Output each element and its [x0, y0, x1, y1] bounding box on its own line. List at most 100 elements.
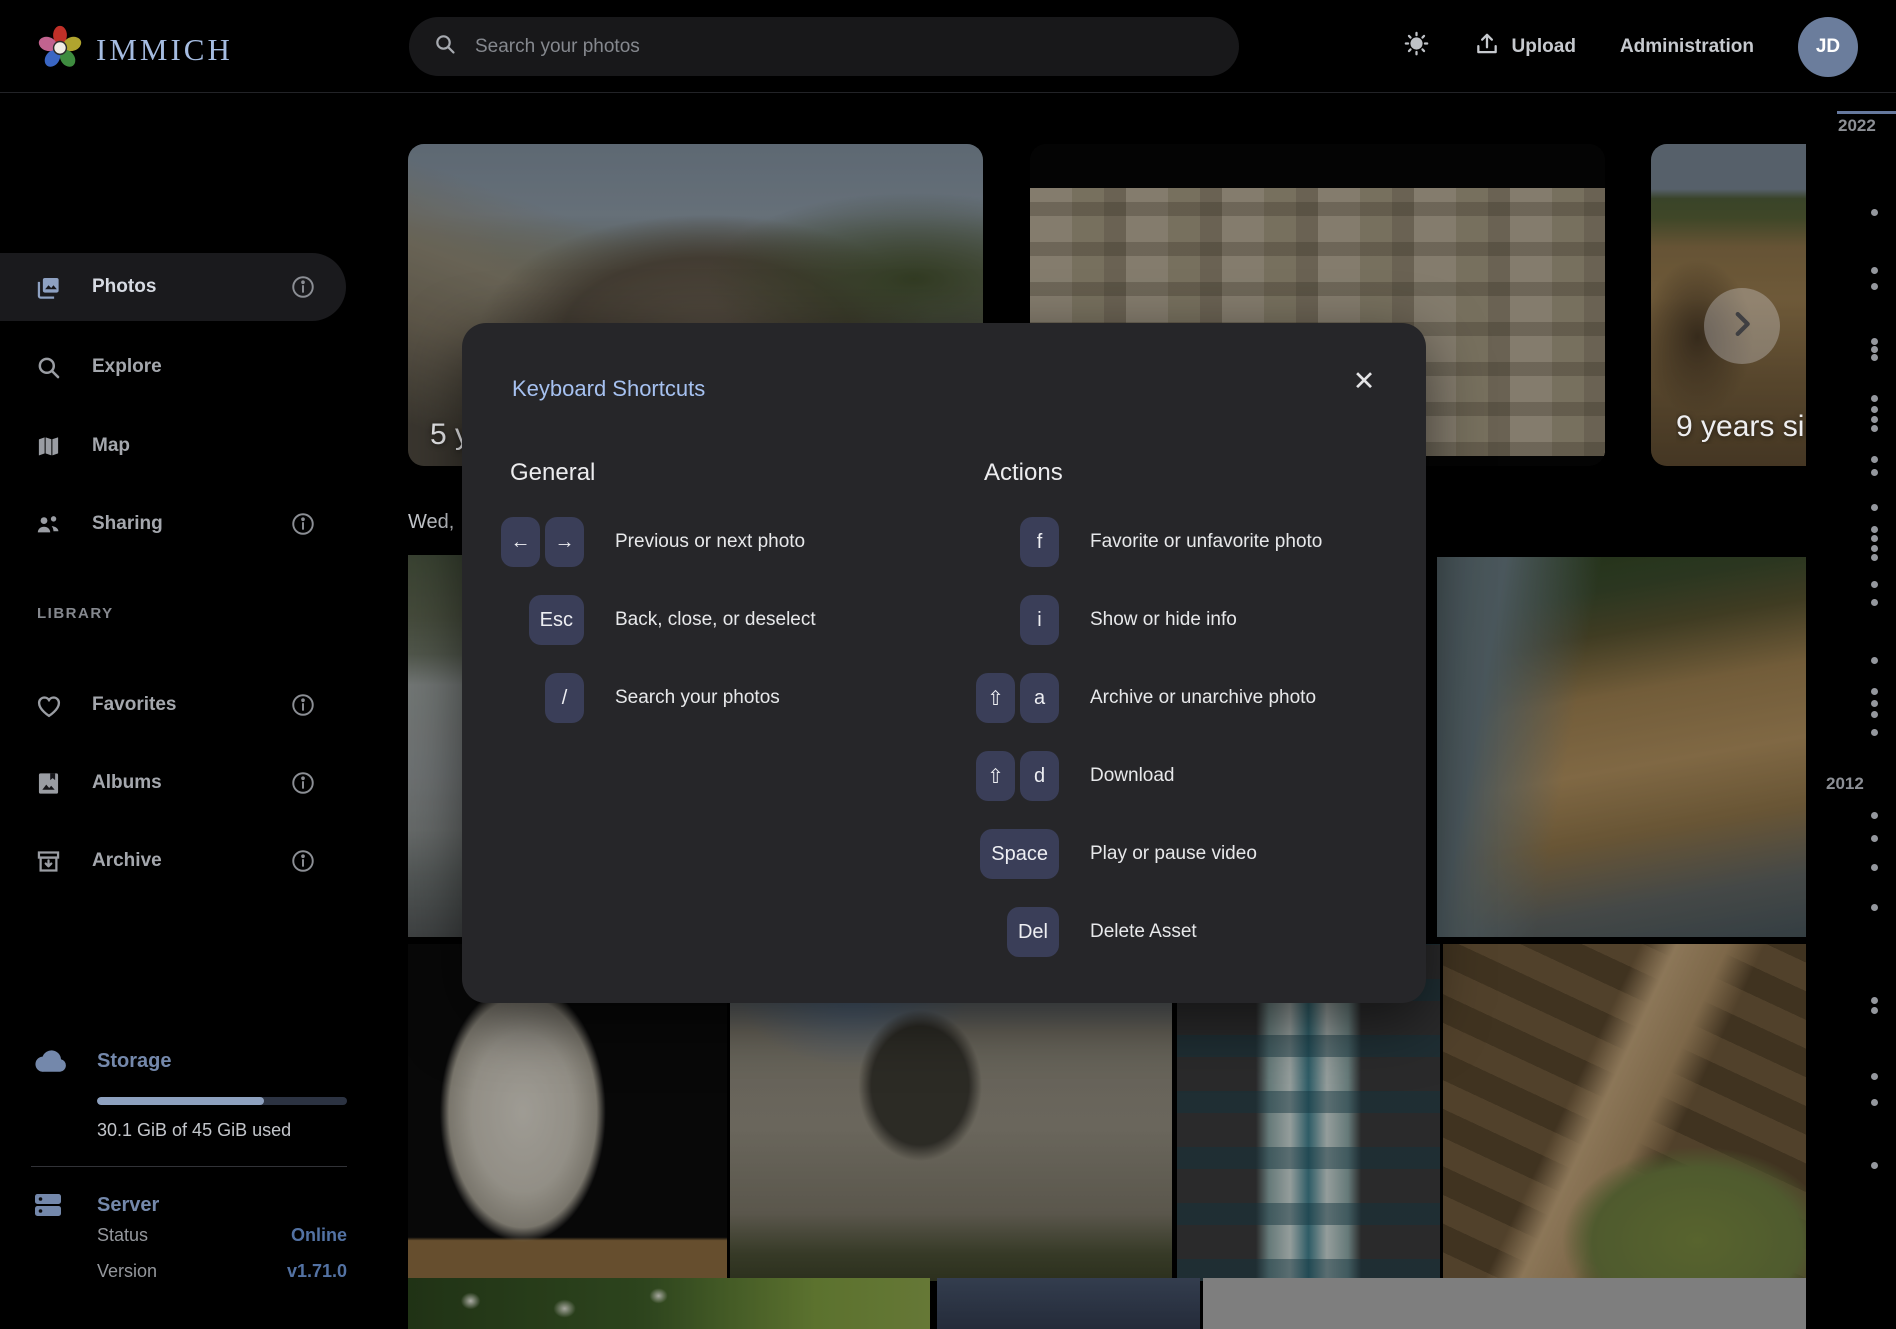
- scrubber-dot: [1871, 554, 1878, 561]
- theme-toggle-button[interactable]: [1403, 30, 1430, 63]
- sidebar-item-label: Favorites: [92, 694, 176, 716]
- photo-thumbnail[interactable]: [1437, 557, 1806, 937]
- scrubber-dot: [1871, 425, 1878, 432]
- scrubber-year-bottom: 2012: [1826, 774, 1864, 794]
- scrubber-year-top: 2022: [1838, 116, 1876, 136]
- shortcut-row: Esc Back, close, or deselect: [500, 581, 816, 659]
- info-icon[interactable]: [290, 692, 316, 718]
- memory-next-button[interactable]: [1704, 288, 1780, 364]
- shortcut-row: Del Delete Asset: [972, 893, 1322, 971]
- search-input[interactable]: [475, 36, 1215, 58]
- shortcut-description: Previous or next photo: [615, 531, 805, 553]
- keycap: Space: [980, 829, 1059, 879]
- scrubber-dot: [1871, 729, 1878, 736]
- sidebar-item-albums[interactable]: Albums: [0, 749, 346, 817]
- upload-icon: [1474, 31, 1500, 63]
- shortcut-description: Favorite or unfavorite photo: [1090, 531, 1322, 553]
- keycap: ⇧: [976, 751, 1015, 801]
- server-icon: [34, 1191, 62, 1224]
- scrubber-dot: [1871, 209, 1878, 216]
- scrubber-dot: [1871, 338, 1878, 345]
- info-icon[interactable]: [290, 770, 316, 796]
- shortcut-row: i Show or hide info: [972, 581, 1322, 659]
- sidebar-item-photos[interactable]: Photos: [0, 253, 346, 321]
- keycap: ⇧: [976, 673, 1015, 723]
- server-title: Server: [97, 1194, 159, 1217]
- scrubber-dot: [1871, 835, 1878, 842]
- photo-thumbnail[interactable]: [1203, 1278, 1806, 1329]
- date-group-header: Wed,: [408, 511, 454, 534]
- sidebar-item-archive[interactable]: Archive: [0, 827, 346, 895]
- photo-thumbnail[interactable]: [937, 1278, 1200, 1329]
- storage-usage-text: 30.1 GiB of 45 GiB used: [97, 1120, 291, 1141]
- shortcut-description: Back, close, or deselect: [615, 609, 816, 631]
- sidebar-item-favorites[interactable]: Favorites: [0, 671, 346, 739]
- scrubber-dot: [1871, 535, 1878, 542]
- server-version-label: Version: [97, 1261, 157, 1282]
- photos-icon: [35, 274, 62, 301]
- sidebar-item-label: Archive: [92, 850, 162, 872]
- scrubber-dot: [1871, 711, 1878, 718]
- photo-thumbnail[interactable]: [408, 1278, 930, 1329]
- sidebar-item-map[interactable]: Map: [0, 412, 346, 480]
- keycap: →: [545, 517, 584, 567]
- sidebar-item-explore[interactable]: Explore: [0, 333, 346, 401]
- keycap: Esc: [529, 595, 584, 645]
- upload-button[interactable]: Upload: [1474, 31, 1576, 63]
- immich-flower-icon: [38, 25, 82, 74]
- album-icon: [35, 770, 62, 797]
- close-icon[interactable]: ✕: [1342, 359, 1386, 403]
- keycap: d: [1020, 751, 1059, 801]
- server-status-label: Status: [97, 1225, 148, 1246]
- shortcut-row: f Favorite or unfavorite photo: [972, 503, 1322, 581]
- sidebar-item-label: Photos: [92, 276, 156, 298]
- scrubber-dot: [1871, 688, 1878, 695]
- scrubber-dot: [1871, 599, 1878, 606]
- administration-link[interactable]: Administration: [1620, 36, 1754, 58]
- scrubber-dot: [1871, 267, 1878, 274]
- server-status-value: Online: [291, 1225, 347, 1246]
- sidebar-item-sharing[interactable]: Sharing: [0, 490, 346, 558]
- scrubber-position-marker: [1837, 111, 1896, 114]
- scrubber-dot: [1871, 1007, 1878, 1014]
- sidebar-item-label: Explore: [92, 356, 162, 378]
- scrubber-dot: [1871, 346, 1878, 353]
- keycap: f: [1020, 517, 1059, 567]
- info-icon[interactable]: [290, 848, 316, 874]
- timeline-scrubber[interactable]: 2022 2012: [1806, 93, 1896, 1329]
- sidebar-item-label: Sharing: [92, 513, 163, 535]
- shortcut-description: Show or hide info: [1090, 609, 1237, 631]
- keycap: a: [1020, 673, 1059, 723]
- cloud-icon: [30, 1046, 70, 1076]
- shortcut-description: Download: [1090, 765, 1175, 787]
- photo-thumbnail[interactable]: [408, 555, 462, 937]
- scrubber-dot: [1871, 283, 1878, 290]
- map-icon: [35, 433, 62, 460]
- shortcut-row: ←→ Previous or next photo: [500, 503, 816, 581]
- shortcut-row: ⇧d Download: [972, 737, 1322, 815]
- avatar[interactable]: JD: [1798, 17, 1858, 77]
- top-bar: IMMICH Upload Administration: [0, 0, 1896, 93]
- scrubber-dot: [1871, 406, 1878, 413]
- scrubber-dot: [1871, 416, 1878, 423]
- storage-progress-fill: [97, 1097, 264, 1105]
- info-icon[interactable]: [290, 274, 316, 300]
- shortcuts-column-heading: General: [510, 459, 595, 487]
- shortcut-description: Play or pause video: [1090, 843, 1257, 865]
- shortcuts-column-heading: Actions: [984, 459, 1063, 487]
- server-version-value: v1.71.0: [287, 1261, 347, 1282]
- scrubber-dot: [1871, 1162, 1878, 1169]
- sidebar-item-label: Map: [92, 435, 130, 457]
- storage-title: Storage: [97, 1050, 171, 1073]
- shortcut-row: Space Play or pause video: [972, 815, 1322, 893]
- scrubber-dot: [1871, 864, 1878, 871]
- immich-logo[interactable]: IMMICH: [38, 25, 233, 74]
- chevron-right-icon: [1725, 307, 1759, 346]
- photo-thumbnail[interactable]: [1443, 944, 1806, 1281]
- info-icon[interactable]: [290, 511, 316, 537]
- shortcut-description: Delete Asset: [1090, 921, 1197, 943]
- search-icon: [433, 32, 457, 61]
- immich-app: 5 y 9 years si Wed, 2022 2012: [0, 0, 1896, 1329]
- search-bar[interactable]: [409, 17, 1239, 76]
- modal-title: Keyboard Shortcuts: [512, 374, 705, 404]
